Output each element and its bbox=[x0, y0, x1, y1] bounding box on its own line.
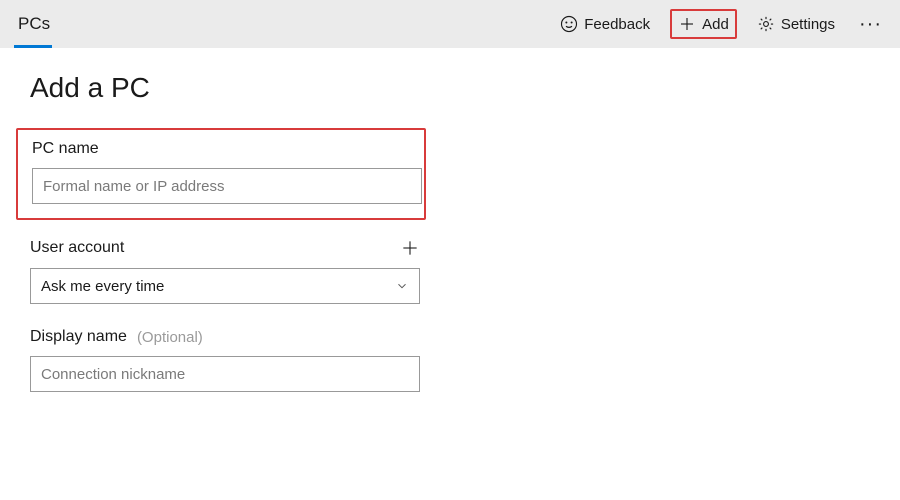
display-name-group: Display name (Optional) bbox=[30, 328, 440, 392]
more-button[interactable]: ··· bbox=[855, 13, 886, 36]
display-name-label: Display name bbox=[30, 328, 127, 346]
chevron-down-icon bbox=[395, 279, 409, 293]
settings-label: Settings bbox=[781, 16, 835, 33]
add-button[interactable]: Add bbox=[670, 9, 737, 39]
feedback-button[interactable]: Feedback bbox=[554, 11, 656, 37]
page-title: Add a PC bbox=[30, 72, 870, 104]
display-name-label-row: Display name (Optional) bbox=[30, 328, 440, 346]
smiley-icon bbox=[560, 15, 578, 33]
tab-pcs[interactable]: PCs bbox=[14, 0, 54, 48]
plus-icon bbox=[678, 15, 696, 33]
app-header: PCs Feedback Add bbox=[0, 0, 900, 48]
pc-name-group: PC name bbox=[16, 128, 426, 220]
tab-pcs-label: PCs bbox=[18, 14, 50, 34]
add-user-account-button[interactable] bbox=[400, 238, 420, 258]
display-name-input[interactable] bbox=[30, 356, 420, 392]
header-actions: Feedback Add Settings ··· bbox=[554, 9, 886, 39]
feedback-label: Feedback bbox=[584, 16, 650, 33]
settings-button[interactable]: Settings bbox=[751, 11, 841, 37]
user-account-select[interactable]: Ask me every time bbox=[30, 268, 420, 304]
page-content: Add a PC PC name User account Ask me eve… bbox=[0, 48, 900, 440]
user-account-value: Ask me every time bbox=[41, 278, 164, 295]
pc-name-input[interactable] bbox=[32, 168, 422, 204]
gear-icon bbox=[757, 15, 775, 33]
user-account-group: User account Ask me every time bbox=[30, 238, 440, 304]
user-account-label: User account bbox=[30, 239, 124, 257]
display-name-optional: (Optional) bbox=[137, 329, 203, 346]
header-tabs: PCs bbox=[14, 0, 54, 48]
add-label: Add bbox=[702, 16, 729, 33]
pc-name-label: PC name bbox=[32, 140, 410, 158]
more-icon: ··· bbox=[859, 13, 882, 36]
